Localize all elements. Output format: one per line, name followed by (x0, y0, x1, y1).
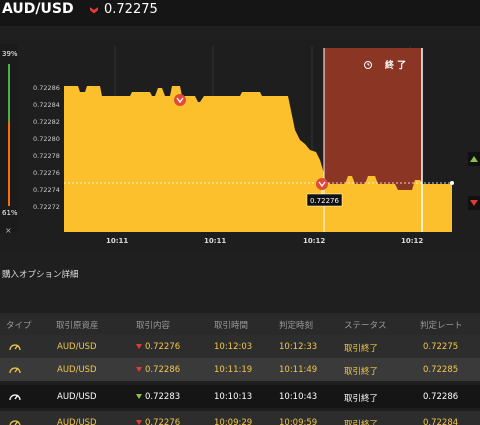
y-tick: 0.72272 (33, 203, 60, 211)
table-row[interactable]: AUD/USD 0.72283 10:10:13 10:10:43 取引終了 0.7228… (0, 385, 480, 408)
cell-judge: 10:12:33 (279, 342, 318, 352)
col-judge: 判定時刻 (279, 321, 314, 331)
col-time: 取引時間 (214, 321, 249, 331)
price-label: 0.72276 (310, 197, 339, 205)
cell-rate: 0.72285 (423, 365, 459, 375)
cell-time: 10:10:13 (214, 392, 253, 402)
cell-rate: 0.72284 (423, 418, 459, 425)
cell-time: 10:11:19 (214, 365, 253, 375)
col-status: ステータス (344, 321, 387, 331)
down-arrow-icon (470, 200, 478, 206)
cell-status: 取引終了 (344, 394, 379, 404)
price-chart-panel: 39% 61% × 0.72286 0.72284 0.72282 0.7228… (0, 40, 480, 252)
y-tick: 0.72278 (33, 152, 60, 160)
col-content: 取引内容 (136, 321, 171, 331)
y-tick: 0.72286 (33, 84, 60, 92)
details-title: 購入オプション詳細 (2, 270, 79, 280)
price-down-icon (136, 367, 142, 372)
cell-time: 10:12:03 (214, 342, 253, 352)
col-asset: 取引原資産 (56, 321, 99, 331)
current-price-dot (450, 181, 454, 185)
cell-status: 取引終了 (344, 344, 379, 354)
y-tick: 0.72284 (33, 101, 60, 109)
cell-rate: 0.72275 (423, 342, 459, 352)
y-tick: 0.72274 (33, 186, 60, 194)
cell-status: 取引終了 (344, 367, 379, 377)
table-row[interactable]: AUD/USD 0.72286 10:11:19 10:11:49 取引終了 0.7228… (0, 358, 480, 381)
cell-status: 取引終了 (344, 420, 379, 425)
price-down-icon (136, 344, 142, 349)
gauge-icon (9, 420, 21, 425)
cell-content: 0.72283 (136, 392, 180, 402)
cell-asset: AUD/USD (57, 418, 97, 425)
x-tick: 10:12 (401, 237, 423, 245)
cell-content: 0.72276 (136, 418, 180, 425)
gauge-icon (9, 394, 21, 401)
cell-asset: AUD/USD (57, 392, 97, 402)
y-tick: 0.72276 (33, 169, 60, 177)
x-tick: 10:11 (204, 237, 226, 245)
cell-content-value: 0.72283 (145, 392, 181, 402)
gauge-icon (9, 344, 21, 351)
cell-asset: AUD/USD (57, 365, 97, 375)
x-tick: 10:11 (106, 237, 128, 245)
up-arrow-icon (470, 156, 478, 162)
cell-time: 10:09:29 (214, 418, 253, 425)
cell-judge: 10:09:59 (279, 418, 318, 425)
gauge-icon (9, 367, 21, 374)
table-header: タイプ 取引原資産 取引内容 取引時間 判定時刻 ステータス 判定レート (0, 313, 480, 335)
price-down-icon (136, 420, 142, 425)
cell-content: 0.72286 (136, 365, 180, 375)
price-chart: 0.72286 0.72284 0.72282 0.72280 0.72278 … (33, 46, 454, 245)
trade-marker-icon (316, 178, 328, 190)
cell-content-value: 0.72286 (145, 365, 181, 375)
cell-content-value: 0.72276 (145, 418, 181, 425)
y-tick: 0.72282 (33, 118, 60, 126)
cell-rate: 0.72286 (423, 392, 459, 402)
trade-marker-icon (174, 94, 186, 106)
cell-asset: AUD/USD (57, 342, 97, 352)
header-bar: AUD/USD 0.72275 (0, 0, 480, 26)
cell-judge: 10:11:49 (279, 365, 318, 375)
price-down-icon (136, 394, 142, 399)
up-flag[interactable] (468, 152, 480, 166)
col-type: タイプ (6, 321, 32, 331)
cell-judge: 10:10:43 (279, 392, 318, 402)
cell-content-value: 0.72276 (145, 342, 181, 352)
x-tick: 10:12 (303, 237, 325, 245)
col-rate: 判定レート (420, 321, 463, 331)
table-row[interactable]: AUD/USD 0.72276 10:09:29 10:09:59 取引終了 0.7228… (0, 411, 480, 425)
current-price-value: 0.72275 (104, 2, 158, 17)
currency-pair: AUD/USD (2, 1, 74, 17)
current-price: 0.72275 (90, 2, 158, 17)
down-flag[interactable] (468, 196, 480, 210)
table-row[interactable]: AUD/USD 0.72276 10:12:03 10:12:33 取引終了 0.7227… (0, 335, 480, 358)
y-tick: 0.72280 (33, 135, 60, 143)
end-label: 終 了 (385, 59, 406, 71)
cell-content: 0.72276 (136, 342, 180, 352)
price-down-icon (90, 7, 98, 14)
